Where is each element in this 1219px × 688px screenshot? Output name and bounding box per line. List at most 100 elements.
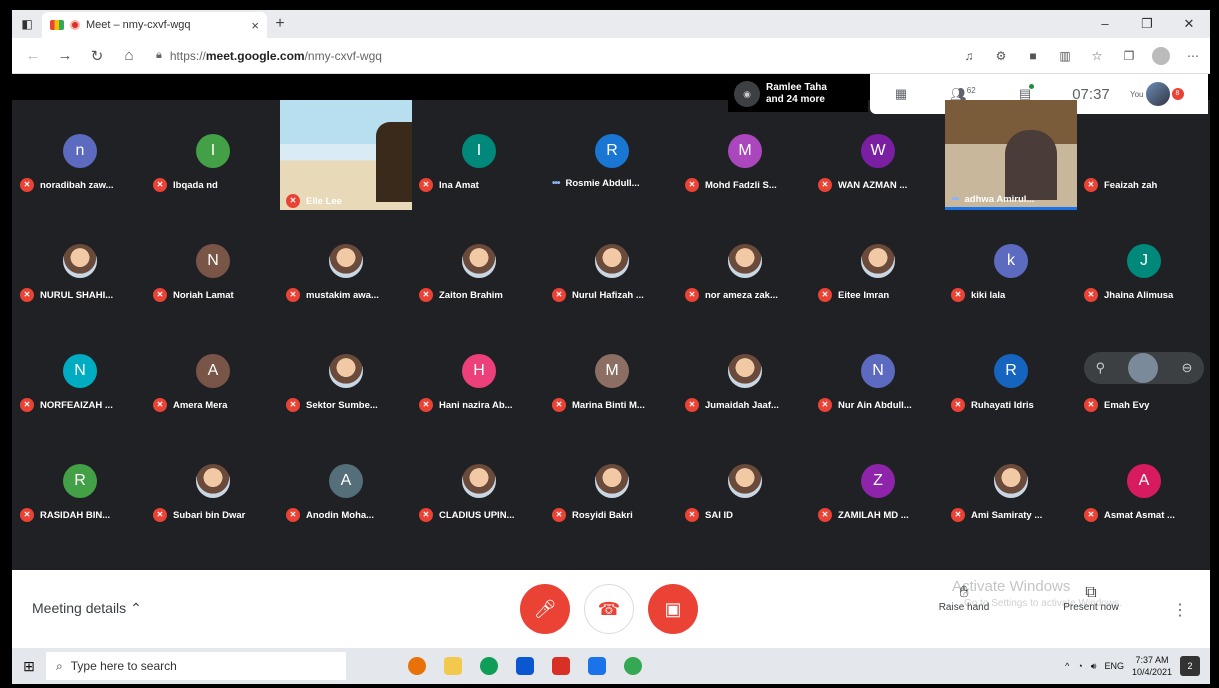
file-explorer-icon[interactable]	[444, 657, 462, 675]
participant-tile[interactable]: ✕ CLADIUS UPIN...	[413, 430, 545, 540]
collections-icon[interactable]: ❐	[1120, 49, 1138, 63]
participant-tile[interactable]: N ✕ Nur Ain Abdull...	[812, 320, 944, 430]
new-tab-button[interactable]: +	[267, 15, 293, 33]
restore-button[interactable]: ❐	[1126, 16, 1168, 32]
mic-muted-icon: ✕	[153, 508, 167, 522]
browser-tab[interactable]: Meet – nmy-cxvf-wgq ×	[42, 12, 267, 38]
tray-chevron-icon[interactable]: ^	[1065, 661, 1069, 671]
participant-tile[interactable]: ✕ Ami Samiraty ...	[945, 430, 1077, 540]
participant-tile[interactable]: ✕ nor ameza zak...	[679, 210, 811, 320]
participant-tile[interactable]: ✕ Subari bin Dwar	[147, 430, 279, 540]
participant-tile[interactable]: ✕ Nurul Hafizah ...	[546, 210, 678, 320]
url-field[interactable]: 🔒︎ https://meet.google.com/nmy-cxvf-wgq	[156, 49, 806, 63]
tab-close-icon[interactable]: ×	[251, 18, 259, 33]
participant-name: Subari bin Dwar	[173, 509, 246, 521]
participant-avatar: I	[196, 134, 230, 168]
participant-tile[interactable]: W ✕ WAN AZMAN ...	[812, 100, 944, 210]
participant-tile[interactable]: ••• adhwa Amirul...	[945, 100, 1077, 210]
participant-name-row: ✕ Elle Lee	[286, 194, 410, 208]
participant-name-row: ✕ Sektor Sumbe...	[286, 398, 410, 412]
participant-tile[interactable]: ✕ Eitee Imran	[812, 210, 944, 320]
tile-hover-controls[interactable]: ⚲ ⊖	[1084, 352, 1204, 384]
participant-tile[interactable]: A ✕ Asmat Asmat ...	[1078, 430, 1210, 540]
participant-tile[interactable]: ✕ Feaizah zah	[1078, 100, 1210, 210]
minimize-button[interactable]: –	[1084, 16, 1126, 32]
more-options-icon[interactable]: ⋮	[1172, 600, 1188, 620]
participant-tile[interactable]: ✕ Zaiton Brahim	[413, 210, 545, 320]
participant-tile[interactable]: A ✕ Amera Mera	[147, 320, 279, 430]
language-indicator[interactable]: ENG	[1104, 661, 1124, 671]
office-app-icon[interactable]	[552, 657, 570, 675]
present-now-button[interactable]: ⧉ Present now	[1056, 584, 1126, 613]
mic-muted-icon: ✕	[20, 178, 34, 192]
edge-app-icon[interactable]	[480, 657, 498, 675]
participant-tile[interactable]: ✕ SAI ID	[679, 430, 811, 540]
taskbar-clock[interactable]: 7:37 AM 10/4/2021	[1132, 654, 1172, 678]
participant-tile[interactable]: ✕ Jumaidah Jaaf...	[679, 320, 811, 430]
volume-icon[interactable]: 🔊︎	[1091, 661, 1097, 672]
participant-tile[interactable]: J ✕ Jhaina Alimusa	[1078, 210, 1210, 320]
participant-name: Ina Amat	[439, 179, 479, 191]
participant-tile[interactable]: ⚲ ⊖ ✕ Emah Evy	[1078, 320, 1210, 430]
participant-tile[interactable]: I ✕ Ibqada nd	[147, 100, 279, 210]
camera-off-button[interactable]: ▣	[648, 584, 698, 634]
participant-name: Anodin Moha...	[306, 509, 375, 521]
close-window-button[interactable]: ✕	[1168, 16, 1210, 32]
speaking-dots-icon: •••	[951, 194, 959, 205]
participant-avatar: N	[861, 354, 895, 388]
more-menu-icon[interactable]: ⋯	[1184, 49, 1202, 63]
extension-icon[interactable]: ■	[1024, 49, 1042, 63]
participant-tile[interactable]: N ✕ Noriah Lamat	[147, 210, 279, 320]
forward-icon[interactable]: →	[52, 47, 78, 64]
reading-view-icon[interactable]: ▥	[1056, 49, 1074, 63]
participant-tile[interactable]: ✕ mustakim awa...	[280, 210, 412, 320]
participant-tile[interactable]: M ✕ Mohd Fadzli S...	[679, 100, 811, 210]
network-icon[interactable]: ◔	[1077, 661, 1082, 671]
browser-tab-bar: ◧ Meet – nmy-cxvf-wgq × + – ❐ ✕	[12, 10, 1210, 38]
participant-name-row: ✕ CLADIUS UPIN...	[419, 508, 543, 522]
participant-tile[interactable]: n ✕ noradibah zaw...	[14, 100, 146, 210]
participant-tile[interactable]: ✕ NURUL SHAHI...	[14, 210, 146, 320]
participant-name: Noriah Lamat	[173, 289, 234, 301]
favorites-icon[interactable]: ☆	[1088, 49, 1106, 63]
meet-app-icon[interactable]	[624, 657, 642, 675]
refresh-icon[interactable]: ↻	[84, 47, 110, 65]
participant-name-row: ✕ Ibqada nd	[153, 178, 277, 192]
taskbar-search[interactable]: ⌕ Type here to search	[46, 652, 346, 680]
chrome-app-icon[interactable]	[408, 657, 426, 675]
participant-tile[interactable]: A ✕ Anodin Moha...	[280, 430, 412, 540]
pin-icon[interactable]: ⚲	[1096, 360, 1106, 376]
media-app-icon[interactable]	[588, 657, 606, 675]
back-icon[interactable]: ←	[20, 47, 46, 64]
participant-avatar	[462, 244, 496, 278]
microphone-off-button[interactable]: 🎤︎	[520, 584, 570, 634]
participant-avatar: H	[462, 354, 496, 388]
participant-tile[interactable]: R ••• Rosmie Abdull...	[546, 100, 678, 210]
participant-tile[interactable]: ✕ Sektor Sumbe...	[280, 320, 412, 430]
mic-muted-icon: ✕	[1084, 398, 1098, 412]
participant-tile[interactable]: ✕ Rosyidi Bakri	[546, 430, 678, 540]
participant-tile[interactable]: R ✕ Ruhayati Idris	[945, 320, 1077, 430]
home-icon[interactable]: ⌂	[116, 47, 142, 64]
profile-avatar[interactable]	[1152, 46, 1170, 65]
mail-app-icon[interactable]	[516, 657, 534, 675]
participant-tile[interactable]: k ✕ kiki lala	[945, 210, 1077, 320]
participant-tile[interactable]: Z ✕ ZAMILAH MD ...	[812, 430, 944, 540]
participant-tile[interactable]: N ✕ NORFEAIZAH ...	[14, 320, 146, 430]
meeting-details-button[interactable]: Meeting details ⌃	[32, 600, 142, 617]
participant-tile[interactable]: R ✕ RASIDAH BIN...	[14, 430, 146, 540]
tab-actions-icon[interactable]: ◧	[12, 10, 42, 38]
end-call-button[interactable]: ☎	[584, 584, 634, 634]
participant-tile[interactable]: ✕ Elle Lee	[280, 100, 412, 210]
microphone-icon[interactable]: ♫	[960, 49, 978, 63]
notification-center-icon[interactable]: 2	[1180, 656, 1200, 676]
windows-start-icon[interactable]: ⊞	[12, 658, 46, 675]
participant-tile[interactable]: M ✕ Marina Binti M...	[546, 320, 678, 430]
site-settings-icon[interactable]: ⚙	[992, 49, 1010, 63]
participant-tile[interactable]: H ✕ Hani nazira Ab...	[413, 320, 545, 430]
remove-icon[interactable]: ⊖	[1182, 360, 1193, 376]
raise-hand-button[interactable]: ✋︎ Raise hand	[929, 584, 999, 613]
participant-name: RASIDAH BIN...	[40, 509, 111, 521]
participant-name: Ruhayati Idris	[971, 399, 1034, 411]
participant-tile[interactable]: I ✕ Ina Amat	[413, 100, 545, 210]
